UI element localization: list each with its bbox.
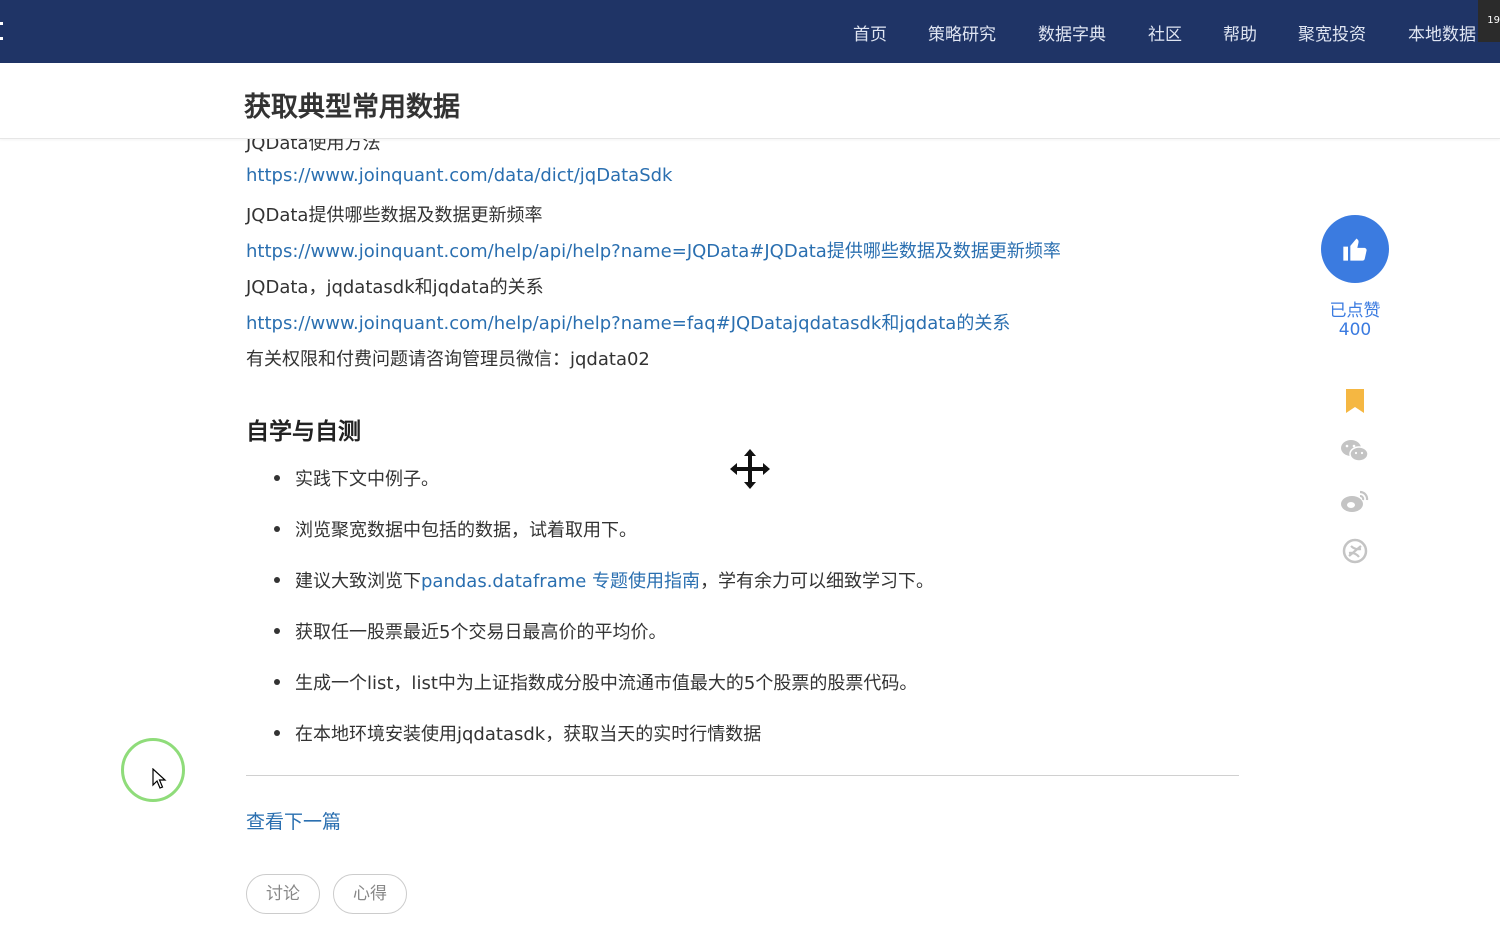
tag-experience[interactable]: 心得	[333, 874, 407, 914]
jqdatasdk-link[interactable]: https://www.joinquant.com/data/dict/jqDa…	[246, 165, 672, 186]
wechat-icon[interactable]	[1340, 436, 1370, 466]
top-nav-bar: 首页 策略研究 数据字典 社区 帮助 聚宽投资 本地数据 19	[0, 0, 1500, 63]
divider	[246, 775, 1239, 776]
move-cursor-icon	[730, 449, 770, 489]
list-item-text: 在本地环境安装使用jqdatasdk，获取当天的实时行情数据	[295, 724, 762, 745]
mouse-pointer-icon	[152, 768, 167, 789]
text-line: JQData，jqdatasdk和jqdata的关系	[246, 277, 544, 298]
page-title: 获取典型常用数据	[244, 92, 460, 123]
bullet-icon	[274, 730, 280, 736]
list-item-text-post: ，学有余力可以细致学习下。	[700, 571, 935, 592]
tag-discussion[interactable]: 讨论	[246, 874, 320, 914]
list-item-text: 建议大致浏览下pandas.dataframe 专题使用指南，学有余力可以细致学…	[295, 567, 934, 593]
nav-item-home[interactable]: 首页	[853, 20, 887, 45]
bullet-icon	[274, 679, 280, 685]
menu-handle-icon[interactable]	[0, 22, 4, 40]
list-item-text: 实践下文中例子。	[295, 469, 439, 490]
bullet-icon	[274, 475, 280, 481]
like-count: 400	[1338, 320, 1372, 340]
bullet-icon	[274, 526, 280, 532]
jqdata-frequency-link[interactable]: https://www.joinquant.com/help/api/help?…	[246, 237, 1061, 263]
pandas-guide-link[interactable]: pandas.dataframe 专题使用指南	[421, 571, 700, 592]
nav-item-help[interactable]: 帮助	[1223, 20, 1257, 45]
next-article-link[interactable]: 查看下一篇	[246, 807, 341, 834]
weibo-icon[interactable]	[1340, 486, 1370, 516]
nav-item-community[interactable]: 社区	[1148, 20, 1182, 45]
bookmark-icon[interactable]	[1340, 386, 1370, 416]
list-item-text: 生成一个list，list中为上证指数成分股中流通市值最大的5个股票的股票代码。	[295, 673, 918, 694]
text-line: JQData提供哪些数据及数据更新频率	[246, 205, 543, 226]
bullet-icon	[274, 628, 280, 634]
like-button[interactable]	[1321, 215, 1389, 283]
nav-item-strategy-research[interactable]: 策略研究	[928, 20, 996, 45]
jqdata-faq-link[interactable]: https://www.joinquant.com/help/api/help?…	[246, 309, 1010, 335]
list-item-text-pre: 建议大致浏览下	[295, 571, 421, 592]
title-bar: 获取典型常用数据	[0, 63, 1500, 139]
text-line: 有关权限和付费问题请咨询管理员微信：jqdata02	[246, 349, 650, 370]
like-status-label: 已点赞	[1329, 301, 1381, 321]
nav-item-data-dictionary[interactable]: 数据字典	[1038, 20, 1106, 45]
section-heading: 自学与自测	[246, 419, 361, 445]
thumbs-up-icon	[1343, 238, 1367, 261]
nav-item-joinquant-invest[interactable]: 聚宽投资	[1298, 20, 1366, 45]
list-item-text: 浏览聚宽数据中包括的数据，试着取用下。	[295, 520, 637, 541]
corner-badge: 19	[1478, 0, 1500, 42]
list-item-text: 获取任一股票最近5个交易日最高价的平均价。	[295, 622, 667, 643]
share-icon[interactable]	[1340, 536, 1370, 566]
nav-item-local-data[interactable]: 本地数据	[1408, 20, 1476, 45]
bullet-icon	[274, 577, 280, 583]
